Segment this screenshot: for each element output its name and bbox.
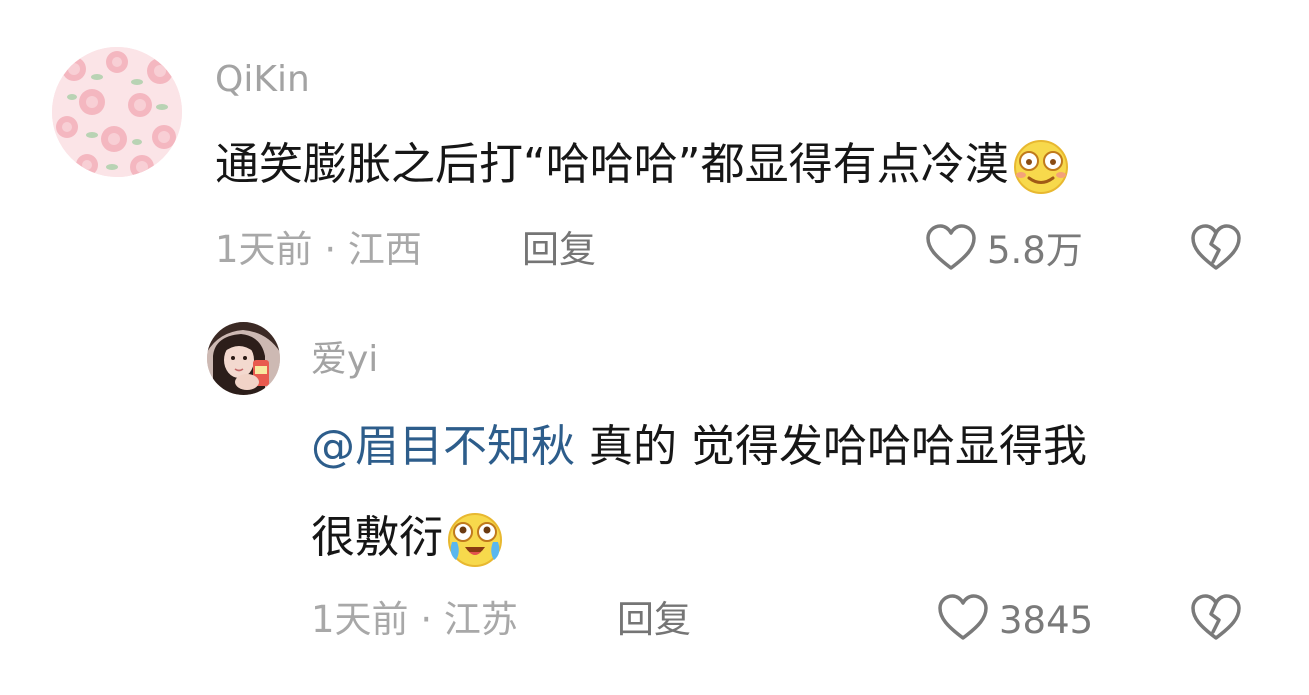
- broken-heart-icon: [1190, 224, 1242, 276]
- reply-text-body: 真的 觉得发哈哈哈显得我: [575, 421, 1087, 472]
- heart-icon: [937, 594, 989, 646]
- reply-text-line2: 很敷衍: [311, 512, 507, 568]
- meta-separator: ·: [324, 228, 337, 271]
- like-count: 3845: [999, 598, 1094, 642]
- comment-text: 通笑膨胀之后打“哈哈哈”都显得有点冷漠: [215, 139, 1073, 195]
- reply-text-end: 很敷衍: [311, 512, 443, 563]
- reply-username[interactable]: 爱yi: [311, 342, 378, 378]
- smile-emoji-icon: [1009, 139, 1073, 195]
- comment-time: 1天前: [215, 228, 313, 271]
- dislike-button[interactable]: [1190, 594, 1242, 646]
- comment-meta: 1天前 · 江西: [215, 231, 422, 268]
- tears-of-joy-emoji-icon: [443, 512, 507, 568]
- portrait-avatar-image: [207, 322, 280, 395]
- reply-time: 1天前: [311, 598, 409, 641]
- mention-link[interactable]: @眉目不知秋: [311, 421, 575, 472]
- username[interactable]: QiKin: [215, 62, 310, 98]
- like-button[interactable]: 3845: [937, 594, 1093, 646]
- like-button[interactable]: 5.8万: [925, 224, 1083, 276]
- reply-location: 江苏: [443, 598, 518, 641]
- comment-location: 江西: [347, 228, 422, 271]
- reply-button[interactable]: 回复: [522, 231, 596, 268]
- avatar[interactable]: [52, 47, 182, 177]
- meta-separator: ·: [420, 598, 433, 641]
- heart-icon: [925, 224, 977, 276]
- floral-avatar-image: [52, 47, 182, 177]
- reply-text-line1: @眉目不知秋 真的 觉得发哈哈哈显得我: [311, 425, 1087, 469]
- reply-meta: 1天前 · 江苏: [311, 601, 518, 638]
- reply-avatar[interactable]: [207, 322, 280, 395]
- dislike-button[interactable]: [1190, 224, 1242, 276]
- broken-heart-icon: [1190, 594, 1242, 646]
- like-count: 5.8万: [987, 228, 1083, 272]
- comment-text-body: 通笑膨胀之后打“哈哈哈”都显得有点冷漠: [215, 139, 1009, 190]
- reply-button[interactable]: 回复: [617, 601, 691, 638]
